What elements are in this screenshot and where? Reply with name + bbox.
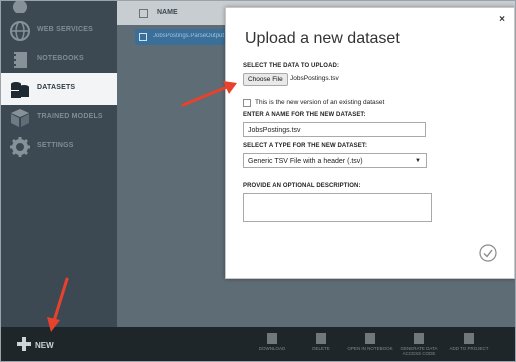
table-row[interactable]: JobsPostings.ParseOutput [135,29,235,45]
delete-button[interactable]: DELETE [296,331,346,359]
generate-data-access-code-button[interactable]: GENERATE DATA ACCESS CODE [394,331,444,359]
notebook-icon [12,52,27,68]
description-label: PROVIDE AN OPTIONAL DESCRIPTION: [243,183,361,189]
command-bar: NEW DOWNLOAD DELETE OPEN IN NOTEBOOK GEN… [1,327,515,361]
column-header-name[interactable]: NAME [157,9,178,16]
selected-file-name: JobsPostings.tsv [290,75,339,82]
new-version-label: This is the new version of an existing d… [255,99,385,106]
open-in-notebook-button[interactable]: OPEN IN NOTEBOOK [345,331,395,359]
cube-icon [11,109,29,127]
trash-icon [316,333,326,344]
description-textarea[interactable] [243,193,432,222]
new-version-checkbox[interactable] [243,99,251,107]
select-all-checkbox[interactable] [139,9,148,18]
download-button[interactable]: DOWNLOAD [247,331,297,359]
studio-window: WEB SERVICES NOTEBOOKS DATASETS TRAINED … [0,0,516,362]
dataset-type-value: Generic TSV File with a header (.tsv) [248,158,363,165]
add-to-project-button[interactable]: ADD TO PROJECT [443,331,495,359]
sidebar-item-datasets[interactable]: DATASETS [1,73,117,105]
dataset-type-label: SELECT A TYPE FOR THE NEW DATASET: [243,143,368,149]
sidebar-item-experiments[interactable] [1,1,117,17]
cloud-icon [13,1,27,13]
dropdown-arrow-icon: ▼ [415,158,421,164]
ok-checkmark-button[interactable] [479,244,497,262]
project-icon [464,333,474,344]
dataset-type-select[interactable]: Generic TSV File with a header (.tsv) ▼ [243,153,427,168]
datasets-icon [11,82,29,98]
sidebar-item-notebooks[interactable]: NOTEBOOKS [1,45,117,75]
sidebar-item-settings[interactable]: SETTINGS [1,132,117,162]
sidebar: WEB SERVICES NOTEBOOKS DATASETS TRAINED … [1,1,117,327]
notebook-icon [365,333,375,344]
globe-icon [10,21,30,41]
row-checkbox[interactable] [139,33,147,41]
choose-file-button[interactable]: Choose File [243,73,288,86]
dataset-name-input[interactable]: JobsPostings.tsv [243,122,426,137]
sidebar-item-trained-models[interactable]: TRAINED MODELS [1,103,117,133]
sidebar-item-web-services[interactable]: WEB SERVICES [1,16,117,46]
new-button[interactable]: NEW [17,336,77,354]
dataset-name-label: ENTER A NAME FOR THE NEW DATASET: [243,112,366,118]
select-data-label: SELECT THE DATA TO UPLOAD: [243,63,340,69]
plus-icon [17,337,31,351]
gear-icon [10,137,30,157]
upload-dataset-dialog: × Upload a new dataset SELECT THE DATA T… [225,7,515,279]
code-icon [414,333,424,344]
download-icon [267,333,277,344]
dialog-title: Upload a new dataset [245,30,400,47]
close-icon[interactable]: × [499,14,505,25]
row-name: JobsPostings.ParseOutput [153,33,225,39]
